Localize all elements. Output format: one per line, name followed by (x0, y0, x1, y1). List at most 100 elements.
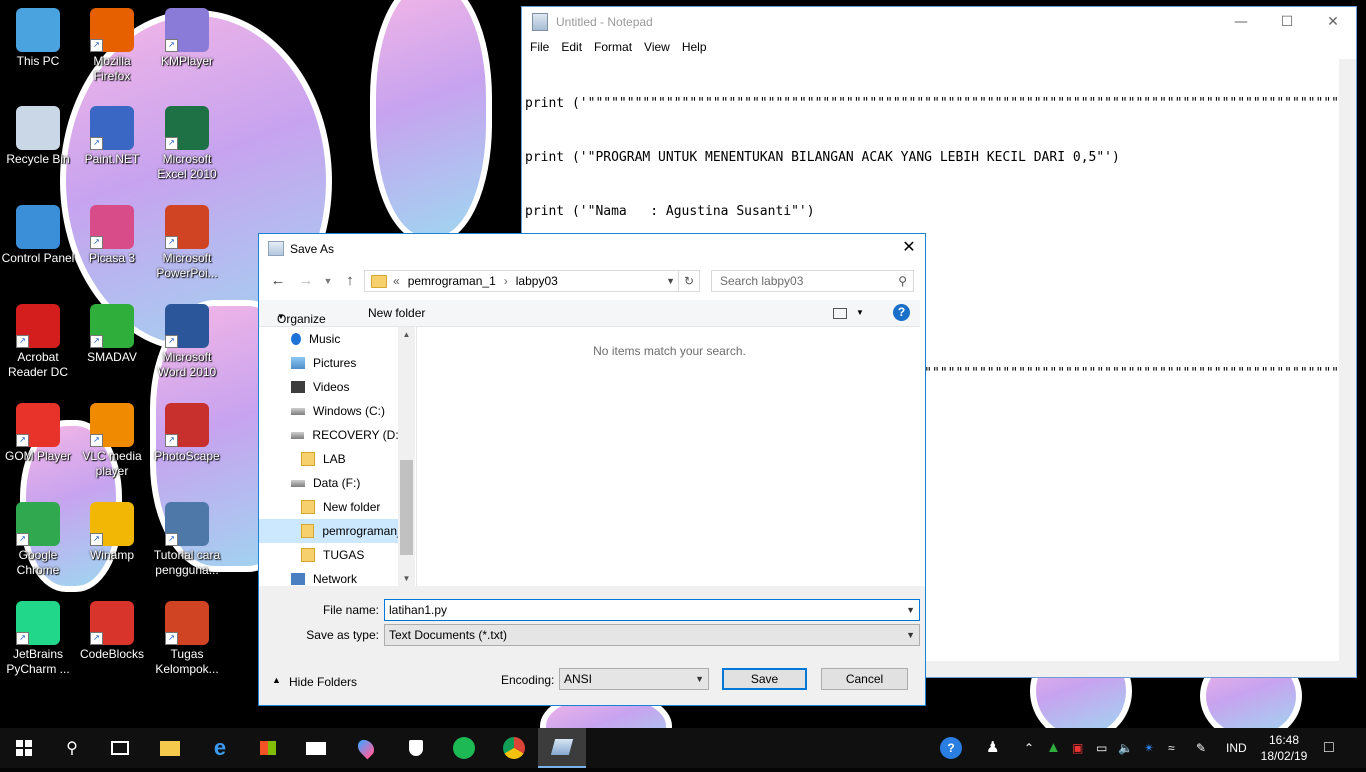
people-icon[interactable]: ♟ (986, 728, 999, 768)
view-options-icon[interactable] (833, 308, 847, 319)
navigation-scrollbar[interactable]: ▲ ▼ (398, 327, 415, 586)
new-folder-button[interactable]: New folder (368, 306, 425, 320)
nav-item[interactable]: Pictures (259, 351, 399, 375)
desktop-icon[interactable]: ↗ Tutorial cara pengguna... (149, 502, 225, 578)
back-arrow-icon[interactable]: ← (267, 269, 289, 293)
search-icon[interactable]: ⚲ (48, 728, 96, 768)
file-name-field[interactable]: latihan1.py ▼ (384, 599, 920, 621)
desktop-icon[interactable]: ↗ Google Chrome (0, 502, 76, 578)
vertical-scrollbar[interactable] (1339, 59, 1356, 661)
desktop-icon[interactable]: ↗ Mozilla Firefox (74, 8, 150, 84)
wifi-icon[interactable]: ≈ (1168, 728, 1175, 768)
menu-file[interactable]: File (524, 37, 555, 57)
hide-folders-button[interactable]: Hide Folders (289, 675, 357, 689)
desktop-icon[interactable]: ↗ PhotoScape (149, 403, 225, 464)
start-button[interactable] (0, 728, 48, 768)
help-icon[interactable]: ? (893, 304, 910, 321)
smadav-tray-icon[interactable]: ▲ (1046, 728, 1061, 768)
desktop-icon[interactable]: Recycle Bin (0, 106, 76, 167)
bluetooth-icon[interactable]: ✴ (1144, 728, 1154, 768)
desktop-icon[interactable]: ↗ JetBrains PyCharm ... (0, 601, 76, 677)
breadcrumb-overflow[interactable]: « (393, 274, 400, 288)
desktop-icon[interactable]: ↗ Paint.NET (74, 106, 150, 167)
recent-locations-chevron-icon[interactable]: ▼ (317, 269, 339, 293)
breadcrumb-parent[interactable]: pemrograman_1 (408, 274, 496, 288)
chrome-icon[interactable] (490, 728, 538, 768)
show-hidden-icons-chevron-icon[interactable]: ⌃ (1024, 728, 1034, 768)
pen-icon[interactable]: ✎ (1196, 728, 1206, 768)
save-button[interactable]: Save (722, 668, 807, 690)
spotify-icon[interactable] (440, 728, 488, 768)
desktop-icon[interactable]: Control Panel (0, 205, 76, 266)
action-center-icon[interactable]: □ (1324, 728, 1334, 768)
file-explorer-icon[interactable] (146, 728, 194, 768)
nav-item[interactable]: TUGAS (259, 543, 399, 567)
nav-item[interactable]: pemrograman_ (259, 519, 399, 543)
chevron-down-icon[interactable]: ▼ (856, 308, 864, 317)
task-view-icon[interactable] (96, 728, 144, 768)
menu-edit[interactable]: Edit (555, 37, 588, 57)
desktop-icon[interactable]: ↗ VLC media player (74, 403, 150, 479)
menu-help[interactable]: Help (676, 37, 713, 57)
refresh-icon[interactable]: ↻ (678, 271, 699, 291)
chevron-down-icon[interactable]: ▼ (666, 276, 675, 286)
defender-icon[interactable] (392, 728, 440, 768)
save-type-select[interactable]: Text Documents (*.txt) ▼ (384, 624, 920, 646)
security-tray-icon[interactable]: ▣ (1072, 728, 1083, 768)
dialog-close-button[interactable]: ✕ (893, 234, 925, 262)
nav-item[interactable]: Music (259, 327, 399, 351)
desktop-icon[interactable]: This PC (0, 8, 76, 69)
nav-item[interactable]: Data (F:) (259, 471, 399, 495)
desktop-icon[interactable]: ↗ Acrobat Reader DC (0, 304, 76, 380)
chevron-up-icon[interactable]: ▲ (272, 675, 281, 685)
nav-item[interactable]: LAB (259, 447, 399, 471)
notepad-taskbar-button[interactable] (538, 728, 586, 768)
nav-item[interactable]: New folder (259, 495, 399, 519)
battery-icon[interactable]: ▭ (1096, 728, 1107, 768)
breadcrumb-current[interactable]: labpy03 (516, 274, 558, 288)
chevron-down-icon[interactable]: ▼ (906, 600, 915, 620)
scroll-up-icon[interactable]: ▲ (398, 330, 415, 339)
file-list-pane[interactable]: No items match your search. (416, 327, 922, 586)
desktop-icon[interactable]: ↗ CodeBlocks (74, 601, 150, 662)
search-input[interactable]: Search labpy03 ⚲ (711, 270, 914, 292)
nav-item[interactable]: Windows (C:) (259, 399, 399, 423)
mail-icon[interactable] (292, 728, 340, 768)
cancel-button[interactable]: Cancel (821, 668, 908, 690)
desktop-icon[interactable]: ↗ Tugas Kelompok... (149, 601, 225, 677)
desktop-icon[interactable]: ↗ KMPlayer (149, 8, 225, 69)
nav-item-label: New folder (323, 500, 381, 514)
minimize-button[interactable]: — (1218, 7, 1264, 37)
forward-arrow-icon[interactable]: → (295, 269, 317, 293)
encoding-select[interactable]: ANSI ▼ (559, 668, 709, 690)
desktop-icon[interactable]: ↗ Microsoft Word 2010 (149, 304, 225, 380)
desktop-icon[interactable]: ↗ SMADAV (74, 304, 150, 365)
desktop-icon[interactable]: ↗ Microsoft PowerPoi... (149, 205, 225, 281)
breadcrumb-separator-icon[interactable]: › (504, 274, 508, 288)
desktop-icon[interactable]: ↗ Microsoft Excel 2010 (149, 106, 225, 182)
scroll-down-icon[interactable]: ▼ (398, 574, 415, 583)
address-bar[interactable]: « pemrograman_1 › labpy03 ▼ ↻ (364, 270, 700, 292)
nav-item[interactable]: Network (259, 567, 399, 586)
clock[interactable]: 16:48 18/02/19 (1258, 728, 1310, 772)
nav-item[interactable]: Videos (259, 375, 399, 399)
store-icon[interactable] (244, 728, 292, 768)
dialog-titlebar[interactable]: Save As (259, 234, 925, 263)
close-button[interactable]: ✕ (1310, 7, 1356, 37)
menu-format[interactable]: Format (588, 37, 638, 57)
menu-view[interactable]: View (638, 37, 676, 57)
volume-icon[interactable]: 🔈 (1118, 728, 1133, 768)
language-indicator[interactable]: IND (1226, 728, 1247, 768)
desktop-icon[interactable]: ↗ GOM Player (0, 403, 76, 464)
navigation-pane[interactable]: Music Pictures Videos Windows (C:) RECOVERY … (259, 327, 416, 586)
save-as-dialog[interactable]: Save As ✕ ← → ▼ ↑ « pemrograman_1 › labp… (258, 233, 926, 706)
maximize-button[interactable]: ☐ (1264, 7, 1310, 37)
scrollbar-thumb[interactable] (400, 460, 413, 555)
nav-item[interactable]: RECOVERY (D:) (259, 423, 399, 447)
help-tray-icon[interactable]: ? (940, 728, 962, 768)
edge-icon[interactable]: e (196, 728, 244, 768)
maps-icon[interactable] (342, 728, 390, 768)
up-arrow-icon[interactable]: ↑ (339, 269, 361, 293)
desktop-icon[interactable]: ↗ Winamp (74, 502, 150, 563)
desktop-icon[interactable]: ↗ Picasa 3 (74, 205, 150, 266)
